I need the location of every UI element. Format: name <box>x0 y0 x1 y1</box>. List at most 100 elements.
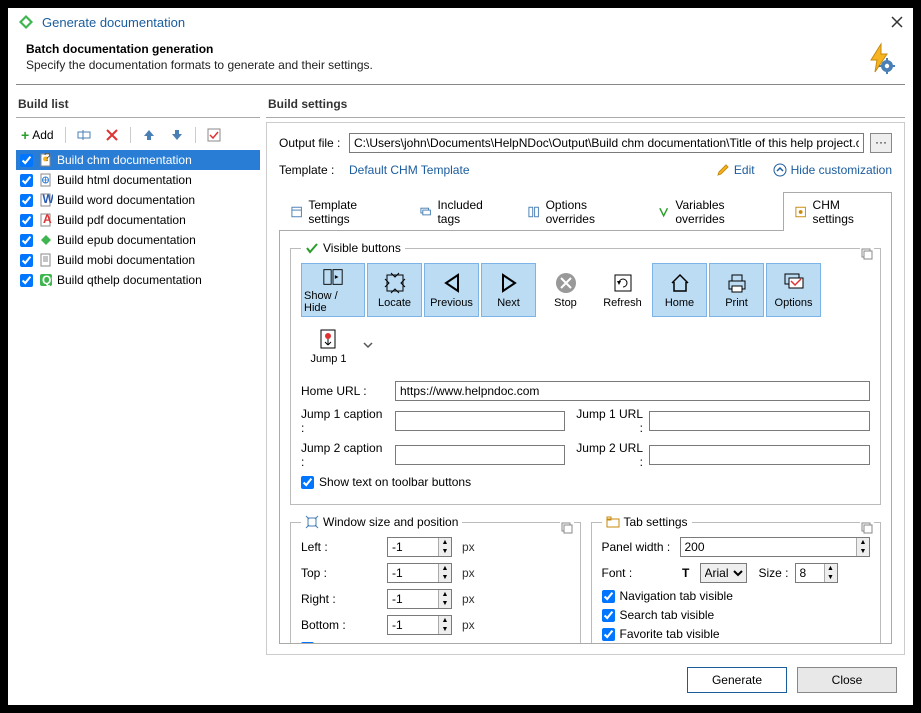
build-item-checkbox[interactable] <box>20 154 33 167</box>
build-item-label: Build pdf documentation <box>57 213 186 227</box>
vb-next[interactable]: Next <box>481 263 536 317</box>
build-item-word[interactable]: WBuild word documentation <box>16 190 260 210</box>
build-item-label: Build chm documentation <box>57 153 192 167</box>
output-file-input[interactable] <box>349 133 864 153</box>
header-title: Batch documentation generation <box>26 42 863 56</box>
build-item-epub[interactable]: Build epub documentation <box>16 230 260 250</box>
edit-link[interactable]: Edit <box>716 163 755 177</box>
build-item-chm[interactable]: ?Build chm documentation <box>16 150 260 170</box>
mobi-icon <box>39 253 53 267</box>
svg-text:A: A <box>43 213 52 226</box>
build-item-label: Build html documentation <box>57 173 192 187</box>
save-user-checkbox[interactable] <box>301 642 314 645</box>
right-spinner[interactable]: ▲▼ <box>387 589 452 609</box>
build-item-pdf[interactable]: A Build pdf documentation <box>16 210 260 230</box>
vb-icon <box>611 271 635 295</box>
vb-icon <box>668 271 692 295</box>
restore-icon[interactable] <box>560 521 574 535</box>
build-item-label: Build epub documentation <box>57 233 196 247</box>
tab-variables-overrides[interactable]: Variables overrides <box>646 192 783 231</box>
left-spinner[interactable]: ▲▼ <box>387 537 452 557</box>
settings-body: Output file : ··· Template : Default CHM… <box>266 122 905 655</box>
generate-button[interactable]: Generate <box>687 667 787 693</box>
jump1-url-input[interactable] <box>649 411 870 431</box>
rename-icon <box>77 128 91 142</box>
build-item-checkbox[interactable] <box>20 254 33 267</box>
size-spinner[interactable]: ▲▼ <box>795 563 838 583</box>
svg-text:Qt: Qt <box>42 273 53 287</box>
template-row: Template : Default CHM Template Edit Hid… <box>279 163 892 177</box>
home-url-input[interactable] <box>395 381 870 401</box>
pencil-icon <box>716 163 730 177</box>
plus-icon: + <box>21 127 29 143</box>
right-row: Right :▲▼px <box>301 589 570 609</box>
vb-previous[interactable]: Previous <box>424 263 479 317</box>
vb-icon <box>321 266 345 288</box>
chevron-down-icon[interactable] <box>362 339 374 354</box>
tab-chm-settings[interactable]: CHM settings <box>783 192 892 231</box>
show-text-row: Show text on toolbar buttons <box>301 475 870 489</box>
template-link[interactable]: Default CHM Template <box>349 163 470 177</box>
resize-icon <box>305 515 319 529</box>
vb-refresh[interactable]: Refresh <box>595 263 650 317</box>
tab-template-settings[interactable]: Template settings <box>279 192 408 231</box>
add-button[interactable]: + Add <box>16 124 59 146</box>
svg-text:W: W <box>43 193 54 206</box>
jump2-caption-input[interactable] <box>395 445 565 465</box>
font-select[interactable]: Arial <box>700 563 747 583</box>
panel-width-row: Panel width : ▲▼ <box>602 537 871 557</box>
top-spinner[interactable]: ▲▼ <box>387 563 452 583</box>
top-label: Top : <box>301 566 351 580</box>
close-button[interactable]: Close <box>797 667 897 693</box>
tab-included-tags[interactable]: Included tags <box>408 192 516 231</box>
vb-options[interactable]: Options <box>766 263 821 317</box>
check-icon <box>207 128 221 142</box>
checkmark-icon <box>305 241 319 255</box>
build-item-mobi[interactable]: Build mobi documentation <box>16 250 260 270</box>
search-tab-checkbox[interactable] <box>602 609 615 622</box>
move-down-button[interactable] <box>165 125 189 145</box>
titlebar: Generate documentation <box>8 8 913 36</box>
restore-icon[interactable] <box>860 247 874 261</box>
nav-tab-checkbox[interactable] <box>602 590 615 603</box>
panel-width-spinner[interactable]: ▲▼ <box>680 537 871 557</box>
build-item-checkbox[interactable] <box>20 214 33 227</box>
check-all-button[interactable] <box>202 125 226 145</box>
output-file-label: Output file : <box>279 136 343 150</box>
build-item-checkbox[interactable] <box>20 194 33 207</box>
word-icon: W <box>39 193 53 207</box>
tab-icon <box>794 205 807 219</box>
move-up-button[interactable] <box>137 125 161 145</box>
tab-options-overrides[interactable]: Options overrides <box>516 192 646 231</box>
jump1-row: Jump 1 caption : Jump 1 URL : <box>301 407 870 435</box>
window-size-legend: Window size and position <box>301 515 462 529</box>
vb-jump-1[interactable]: Jump 1 <box>301 319 356 373</box>
fav-tab-checkbox[interactable] <box>602 628 615 641</box>
app-icon <box>18 14 34 30</box>
build-settings-title: Build settings <box>266 93 905 118</box>
footer: Generate Close <box>8 655 913 705</box>
vb-home[interactable]: Home <box>652 263 707 317</box>
build-item-qthelp[interactable]: QtBuild qthelp documentation <box>16 270 260 290</box>
vb-print[interactable]: Print <box>709 263 764 317</box>
build-item-checkbox[interactable] <box>20 174 33 187</box>
left-label: Left : <box>301 540 351 554</box>
restore-icon[interactable] <box>860 521 874 535</box>
hide-customization-link[interactable]: Hide customization <box>773 163 892 177</box>
bottom-spinner[interactable]: ▲▼ <box>387 615 452 635</box>
close-icon[interactable] <box>891 16 903 28</box>
build-item-html[interactable]: Build html documentation <box>16 170 260 190</box>
vb-show-hide[interactable]: Show / Hide <box>301 263 365 317</box>
rename-button[interactable] <box>72 125 96 145</box>
build-item-checkbox[interactable] <box>20 234 33 247</box>
show-text-checkbox[interactable] <box>301 476 314 489</box>
jump1-caption-input[interactable] <box>395 411 565 431</box>
vb-stop[interactable]: Stop <box>538 263 593 317</box>
build-item-checkbox[interactable] <box>20 274 33 287</box>
vb-icon <box>554 271 578 295</box>
vb-locate[interactable]: Locate <box>367 263 422 317</box>
browse-button[interactable]: ··· <box>870 133 892 153</box>
jump2-url-input[interactable] <box>649 445 870 465</box>
size-label: Size : <box>759 566 789 580</box>
delete-button[interactable] <box>100 125 124 145</box>
